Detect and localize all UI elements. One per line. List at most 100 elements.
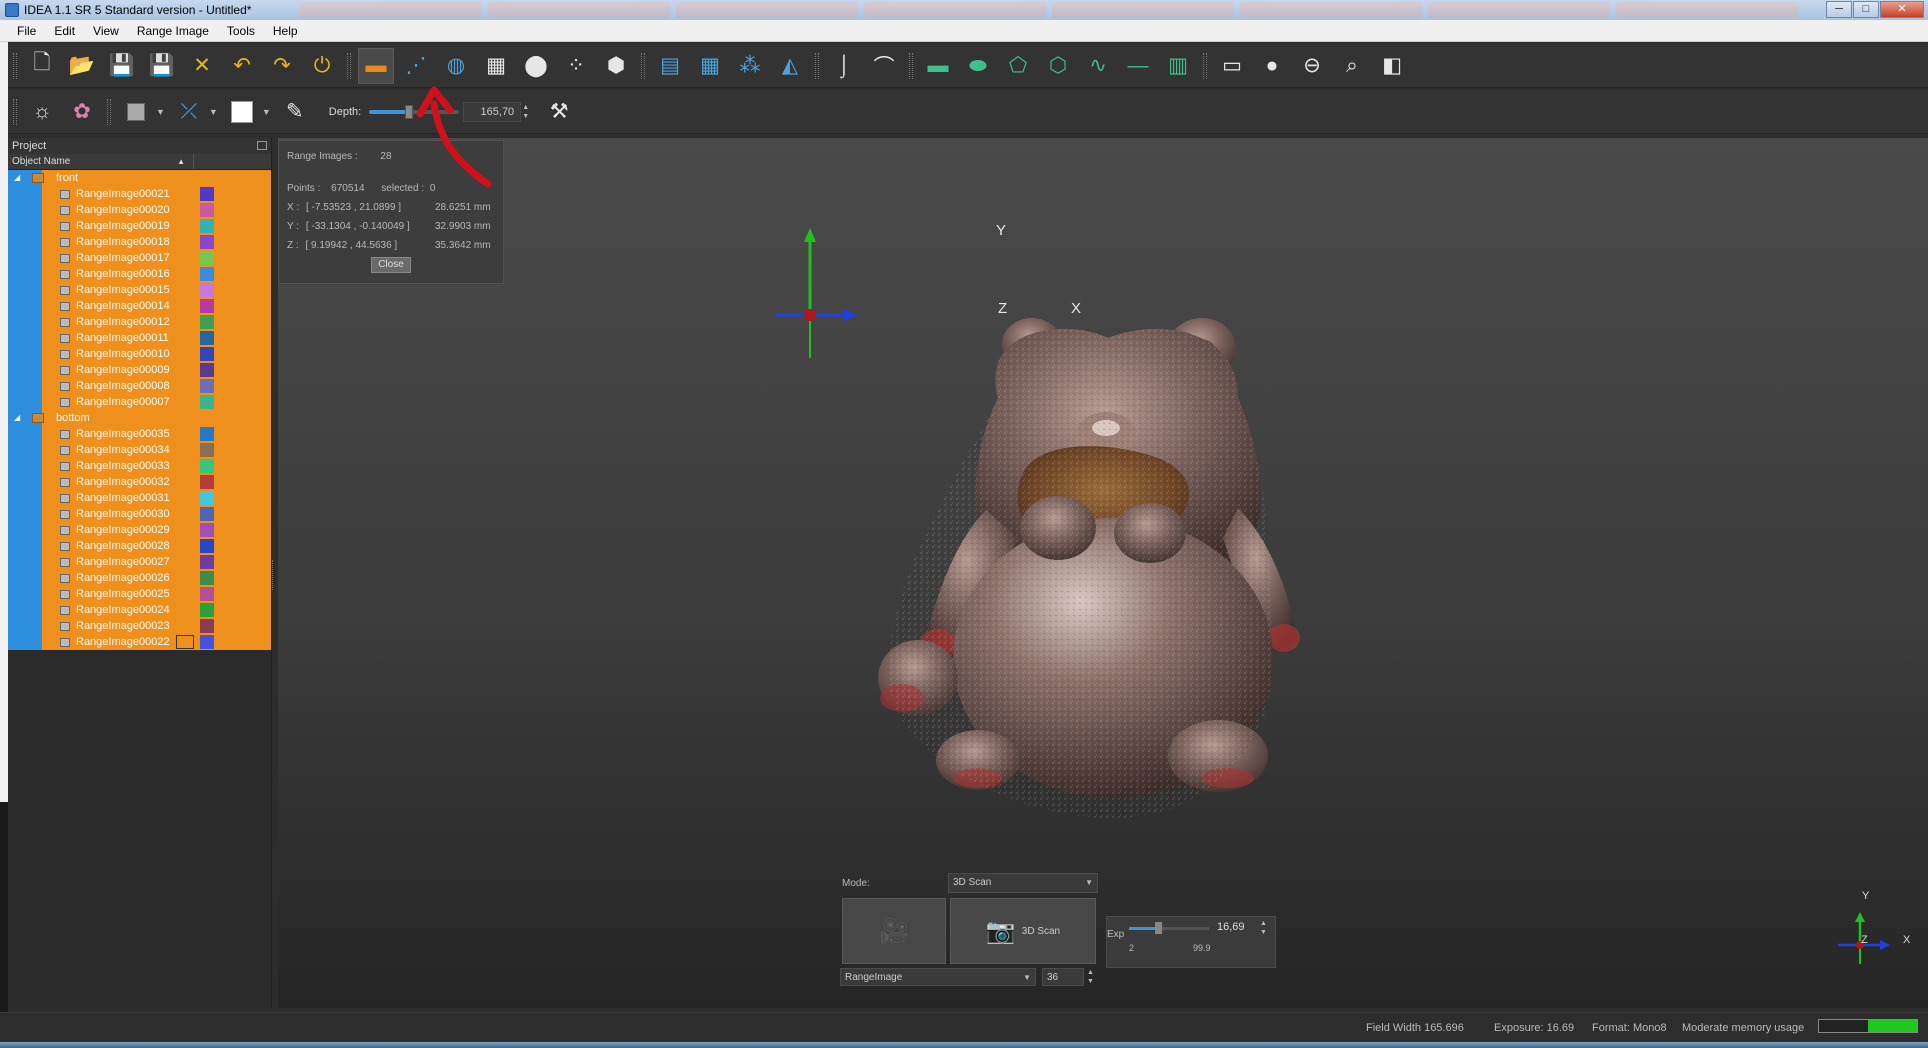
- object-name-header[interactable]: Object Name ▲: [8, 154, 194, 169]
- tree-item[interactable]: RangeImage00021: [8, 186, 271, 202]
- window-icon[interactable]: ▭: [1214, 48, 1250, 84]
- tree-group-front[interactable]: ◢ front: [8, 170, 271, 186]
- tree-item[interactable]: RangeImage00035: [8, 426, 271, 442]
- tree-item[interactable]: RangeImage00019: [8, 218, 271, 234]
- turntable-icon[interactable]: ⊖: [1294, 48, 1330, 84]
- color-swatch[interactable]: [200, 635, 214, 649]
- color-swatch[interactable]: [200, 219, 214, 233]
- tree-item[interactable]: RangeImage00024: [8, 602, 271, 618]
- color-swatch[interactable]: [200, 443, 214, 457]
- toolbar-grip[interactable]: [1203, 52, 1207, 79]
- tree-item[interactable]: RangeImage00017: [8, 250, 271, 266]
- tree-item[interactable]: RangeImage00034: [8, 442, 271, 458]
- save-as-icon[interactable]: 💾: [144, 48, 180, 84]
- tree-item[interactable]: RangeImage00015: [8, 282, 271, 298]
- dot-icon[interactable]: ●: [1254, 48, 1290, 84]
- tree-item[interactable]: RangeImage00032: [8, 474, 271, 490]
- collapse-arrow-icon[interactable]: ◢: [14, 410, 20, 426]
- color-swatch[interactable]: [200, 187, 214, 201]
- merge-spheres-icon[interactable]: ⬤: [518, 48, 554, 84]
- toolbar-grip[interactable]: [641, 52, 645, 79]
- tree-item[interactable]: RangeImage00028: [8, 538, 271, 554]
- color-swatch[interactable]: [200, 347, 214, 361]
- exposure-slider[interactable]: [1129, 922, 1209, 934]
- menu-help[interactable]: Help: [264, 24, 307, 38]
- brush-icon[interactable]: ✎: [277, 94, 313, 130]
- color-swatch[interactable]: [200, 331, 214, 345]
- menu-edit[interactable]: Edit: [45, 24, 84, 38]
- color-swatch[interactable]: [200, 203, 214, 217]
- toolbar-grip[interactable]: [107, 98, 111, 125]
- tree-item[interactable]: RangeImage00014: [8, 298, 271, 314]
- point-cloud-icon[interactable]: ⋰: [398, 48, 434, 84]
- hook-icon[interactable]: ⌡: [826, 48, 862, 84]
- stack-panel-icon[interactable]: ▥: [1160, 48, 1196, 84]
- color-swatch[interactable]: [200, 315, 214, 329]
- align-points-icon[interactable]: ⁘: [558, 48, 594, 84]
- line-icon[interactable]: —: [1120, 48, 1156, 84]
- rotate-globe-icon[interactable]: ◍: [438, 48, 474, 84]
- video-capture-button[interactable]: 🎥: [842, 898, 946, 964]
- menu-view[interactable]: View: [84, 24, 128, 38]
- lighting-icon[interactable]: ☼: [24, 94, 60, 130]
- power-icon[interactable]: ⏻: [304, 48, 340, 84]
- tree-item[interactable]: RangeImage00016: [8, 266, 271, 282]
- background-color-button[interactable]: [224, 94, 260, 130]
- freeform-icon[interactable]: ⬡: [1040, 48, 1076, 84]
- color-swatch[interactable]: [200, 491, 214, 505]
- ellipse-icon[interactable]: ⬬: [960, 48, 996, 84]
- close-button[interactable]: ✕: [1880, 1, 1924, 18]
- collapse-arrow-icon[interactable]: ◢: [14, 170, 20, 186]
- tree-item[interactable]: RangeImage00027: [8, 554, 271, 570]
- color-swatch[interactable]: [200, 427, 214, 441]
- axis-gizmo[interactable]: [776, 228, 858, 358]
- color-swatch[interactable]: [200, 251, 214, 265]
- point-style-icon[interactable]: ⤫: [171, 94, 207, 130]
- color-swatch[interactable]: [200, 475, 214, 489]
- color-swatch[interactable]: [200, 507, 214, 521]
- minimize-button[interactable]: ─: [1826, 1, 1852, 18]
- tree-item[interactable]: RangeImage00025: [8, 586, 271, 602]
- tree-item[interactable]: RangeImage00012: [8, 314, 271, 330]
- depth-spinner[interactable]: ▲ ▼: [522, 103, 529, 121]
- undo-icon[interactable]: ↶: [224, 48, 260, 84]
- tree-item[interactable]: RangeImage00008: [8, 378, 271, 394]
- color-swatch[interactable]: [200, 379, 214, 393]
- color-swatch[interactable]: [200, 539, 214, 553]
- depth-value-field[interactable]: 165,70: [463, 101, 522, 122]
- color-swatch[interactable]: [200, 571, 214, 585]
- output-type-dropdown[interactable]: RangeImage ▼: [840, 968, 1036, 986]
- float-icon[interactable]: [257, 141, 267, 150]
- zoom-icon[interactable]: ⌕: [1334, 48, 1370, 84]
- color-swatch[interactable]: [200, 603, 214, 617]
- maximize-button[interactable]: □: [1853, 1, 1879, 18]
- toolbar-grip[interactable]: [13, 98, 17, 125]
- tree-item[interactable]: RangeImage00011: [8, 330, 271, 346]
- menu-tools[interactable]: Tools: [218, 24, 264, 38]
- dropdown-arrow-icon[interactable]: ▼: [209, 107, 218, 117]
- render-mode-button[interactable]: [118, 94, 154, 130]
- color-swatch[interactable]: [200, 363, 214, 377]
- color-swatch[interactable]: [200, 267, 214, 281]
- color-swatch[interactable]: [200, 235, 214, 249]
- image-count-field[interactable]: 36: [1042, 968, 1084, 986]
- color-swatch[interactable]: [200, 283, 214, 297]
- color-swatch[interactable]: [200, 555, 214, 569]
- dock-splitter[interactable]: [272, 560, 274, 590]
- dropdown-arrow-icon[interactable]: ▼: [156, 107, 165, 117]
- mesh-grid-icon[interactable]: ▦: [478, 48, 514, 84]
- dropdown-arrow-icon[interactable]: ▼: [262, 107, 271, 117]
- new-file-icon[interactable]: 🗋: [24, 48, 60, 84]
- hexagon-icon[interactable]: ⬢: [598, 48, 634, 84]
- open-folder-icon[interactable]: 📂: [64, 48, 100, 84]
- tree-item[interactable]: RangeImage00026: [8, 570, 271, 586]
- grid-select-icon[interactable]: ▦: [692, 48, 728, 84]
- color-swatch[interactable]: [200, 299, 214, 313]
- plane-icon[interactable]: ◭: [772, 48, 808, 84]
- toolbar-grip[interactable]: [909, 52, 913, 79]
- tree-item[interactable]: RangeImage00023: [8, 618, 271, 634]
- tree-item[interactable]: RangeImage00029: [8, 522, 271, 538]
- tree-item[interactable]: RangeImage00031: [8, 490, 271, 506]
- color-swatch[interactable]: [200, 523, 214, 537]
- rectangle-icon[interactable]: ▬: [920, 48, 956, 84]
